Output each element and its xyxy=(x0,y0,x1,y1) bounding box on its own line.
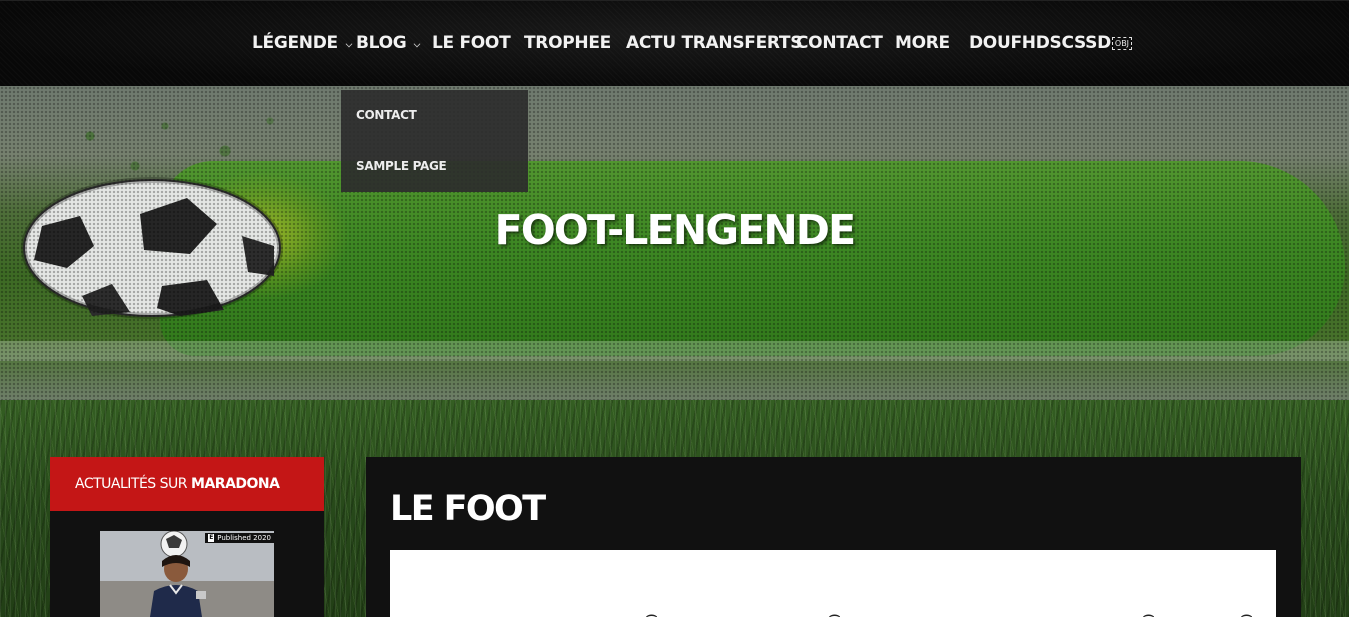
widget-title-prefix: Actualités sur xyxy=(75,476,188,492)
nav-item-label: More xyxy=(895,33,950,53)
article-title: LE FOOT xyxy=(390,489,546,529)
nav-item-le-foot[interactable]: Le Foot xyxy=(432,29,511,57)
publisher-logo-icon: E xyxy=(208,534,215,542)
top-navigation-bar: Légende Blog Le Foot Trophee Actu Transf… xyxy=(0,0,1349,86)
published-badge-text: Published 2020 xyxy=(217,534,271,542)
content-text-fragment: ⌢ xyxy=(828,602,842,617)
nav-item-actu-transferts[interactable]: Actu Transferts xyxy=(626,29,802,57)
main-menu: Légende Blog Le Foot Trophee Actu Transf… xyxy=(0,29,1349,57)
nav-item-label: Actu Transferts xyxy=(626,33,803,53)
widget-title: Actualités sur Maradona xyxy=(50,457,324,511)
content-text-fragment: ⌢ xyxy=(1142,602,1156,617)
main-article: LE FOOT ⌢ ⌢ ⌢ ⌢ xyxy=(366,457,1301,617)
maradona-thumbnail[interactable]: E Published 2020 xyxy=(100,531,274,617)
nav-item-trophee[interactable]: Trophee xyxy=(524,29,611,57)
nav-item-blog[interactable]: Blog xyxy=(356,29,421,57)
site-title[interactable]: FOOT-LENGENDE xyxy=(0,206,1349,254)
chevron-down-icon xyxy=(413,40,421,48)
nav-item-label: Le Foot xyxy=(432,33,511,53)
article-content-area: ⌢ ⌢ ⌢ ⌢ xyxy=(390,550,1276,617)
chevron-down-icon xyxy=(345,40,353,48)
nav-item-doufhdscssd[interactable]: Doufhdscssd OBJ xyxy=(969,29,1133,57)
content-text-fragment: ⌢ xyxy=(645,602,659,617)
nav-item-label: Blog xyxy=(356,33,407,53)
dropdown-item-contact[interactable]: Contact xyxy=(356,105,417,125)
maradona-photo xyxy=(100,531,274,617)
nav-item-label: Trophee xyxy=(524,33,611,53)
blog-dropdown-menu: Contact Sample Page xyxy=(341,90,528,192)
nav-item-label: Doufhdscssd xyxy=(969,33,1111,53)
widget-title-highlight: Maradona xyxy=(191,476,280,492)
nav-item-more[interactable]: More xyxy=(895,29,950,57)
published-badge: E Published 2020 xyxy=(205,533,274,543)
nav-item-contact[interactable]: Contact xyxy=(796,29,883,57)
content-text-fragment: ⌢ xyxy=(1240,602,1254,617)
nav-item-legende[interactable]: Légende xyxy=(252,29,353,57)
dropdown-item-sample-page[interactable]: Sample Page xyxy=(356,156,447,176)
hero-banner: FOOT-LENGENDE xyxy=(0,86,1349,400)
object-replacement-glyph: OBJ xyxy=(1111,36,1133,50)
nav-item-label: Contact xyxy=(796,33,883,53)
nav-item-label: Légende xyxy=(252,33,338,53)
maradona-news-widget: Actualités sur Maradona E Published 2020 xyxy=(50,457,324,617)
